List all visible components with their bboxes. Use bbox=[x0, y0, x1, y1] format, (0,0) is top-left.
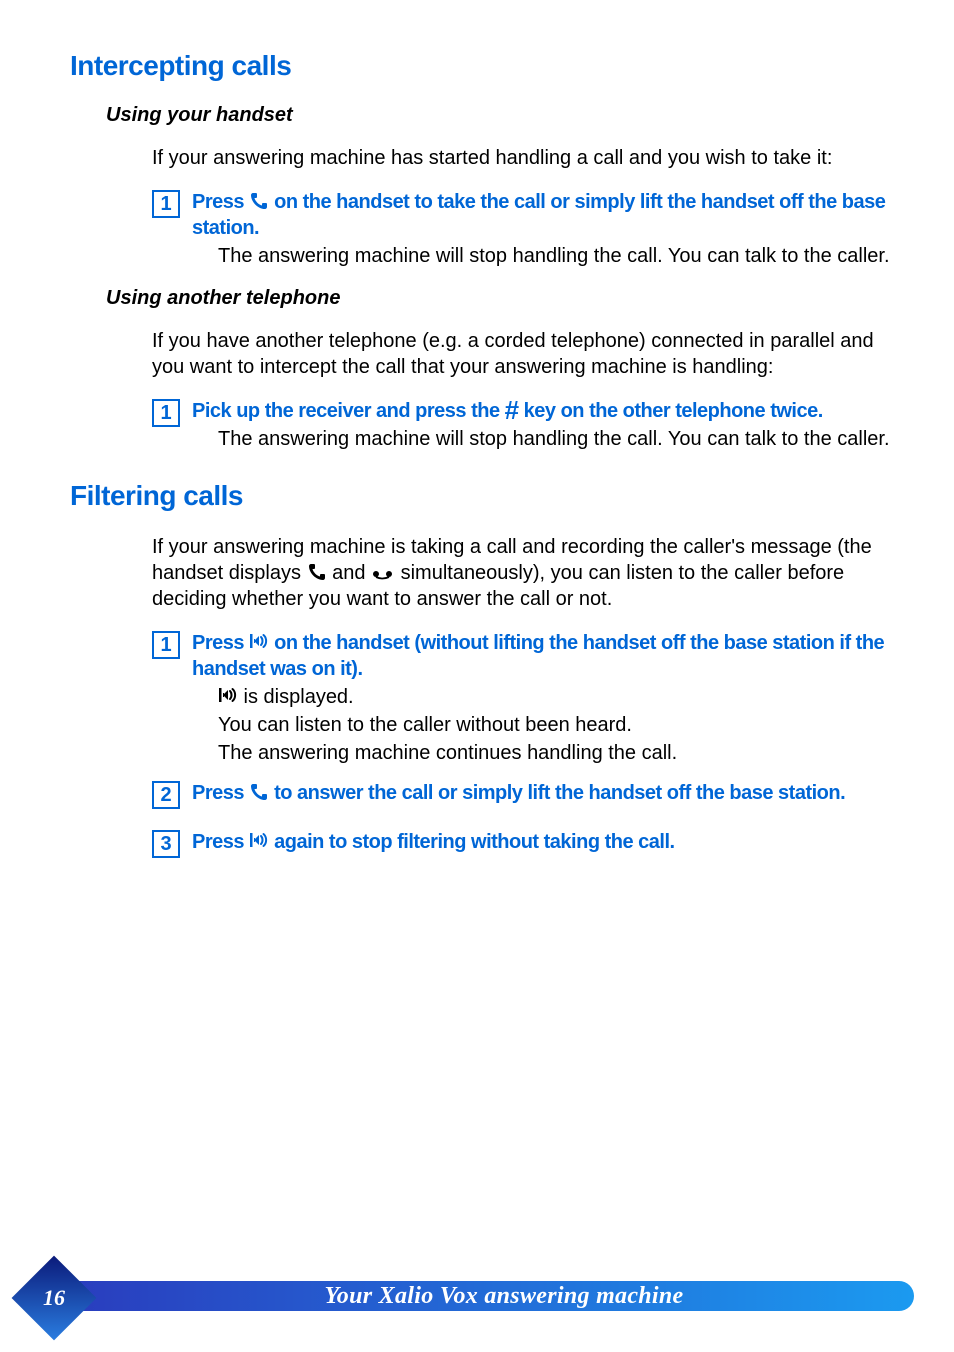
section-heading-filtering: Filtering calls bbox=[70, 480, 894, 512]
phone-icon bbox=[249, 782, 269, 802]
speaker-icon bbox=[249, 630, 269, 652]
footer-title: Your Xalio Vox answering machine bbox=[324, 1283, 683, 1310]
step-text: Press bbox=[192, 632, 249, 654]
step-result: The answering machine continues handling… bbox=[218, 740, 894, 766]
tape-icon bbox=[371, 568, 395, 582]
step-text: on the handset to take the call or simpl… bbox=[192, 191, 885, 239]
step-filter-1: 1 Press on the handset (without lifting … bbox=[152, 630, 894, 766]
intro-text-filtering: If your answering machine is taking a ca… bbox=[152, 534, 894, 612]
page-footer: Your Xalio Vox answering machine 16 bbox=[0, 1280, 954, 1322]
step-text: again to stop filtering without taking t… bbox=[269, 831, 675, 853]
step-intercept-handset: 1 Press on the handset to take the call … bbox=[152, 189, 894, 269]
step-instruction: Press again to stop filtering without ta… bbox=[192, 829, 894, 855]
step-number-box: 3 bbox=[152, 830, 180, 858]
text: and bbox=[327, 562, 371, 584]
step-instruction: Press on the handset to take the call or… bbox=[192, 189, 894, 241]
step-instruction: Press to answer the call or simply lift … bbox=[192, 780, 894, 806]
section-heading-intercepting: Intercepting calls bbox=[70, 50, 894, 82]
page-number: 16 bbox=[43, 1285, 65, 1311]
speaker-icon bbox=[218, 684, 238, 706]
subheading-another-phone: Using another telephone bbox=[106, 287, 894, 310]
step-text: on the handset (without lifting the hand… bbox=[192, 632, 884, 680]
step-result: is displayed. bbox=[218, 684, 894, 710]
phone-icon bbox=[249, 191, 269, 211]
subheading-handset: Using your handset bbox=[106, 104, 894, 127]
step-number-box: 1 bbox=[152, 399, 180, 427]
step-filter-3: 3 Press again to stop filtering without … bbox=[152, 829, 894, 858]
speaker-icon bbox=[249, 829, 269, 851]
step-text: Press bbox=[192, 831, 249, 853]
phone-icon bbox=[307, 562, 327, 582]
footer-bar: Your Xalio Vox answering machine bbox=[54, 1281, 914, 1311]
intro-text-another-phone: If you have another telephone (e.g. a co… bbox=[152, 328, 894, 380]
step-result: You can listen to the caller without bee… bbox=[218, 712, 894, 738]
hash-key-icon: # bbox=[505, 400, 519, 421]
step-text: Pick up the receiver and press the bbox=[192, 400, 505, 422]
step-result: The answering machine will stop handling… bbox=[218, 426, 894, 452]
step-filter-2: 2 Press to answer the call or simply lif… bbox=[152, 780, 894, 809]
intro-text-handset: If your answering machine has started ha… bbox=[152, 145, 894, 171]
step-text: key on the other telephone twice. bbox=[519, 400, 823, 422]
step-number-box: 1 bbox=[152, 190, 180, 218]
text: is displayed. bbox=[238, 686, 354, 708]
step-result: The answering machine will stop handling… bbox=[218, 243, 894, 269]
step-number-box: 1 bbox=[152, 631, 180, 659]
step-text: Press bbox=[192, 782, 249, 804]
step-text: Press bbox=[192, 191, 249, 213]
step-number-box: 2 bbox=[152, 781, 180, 809]
step-text: to answer the call or simply lift the ha… bbox=[269, 782, 845, 804]
step-instruction: Pick up the receiver and press the # key… bbox=[192, 398, 894, 424]
step-intercept-other: 1 Pick up the receiver and press the # k… bbox=[152, 398, 894, 452]
step-instruction: Press on the handset (without lifting th… bbox=[192, 630, 894, 682]
page-number-diamond: 16 bbox=[12, 1256, 97, 1341]
